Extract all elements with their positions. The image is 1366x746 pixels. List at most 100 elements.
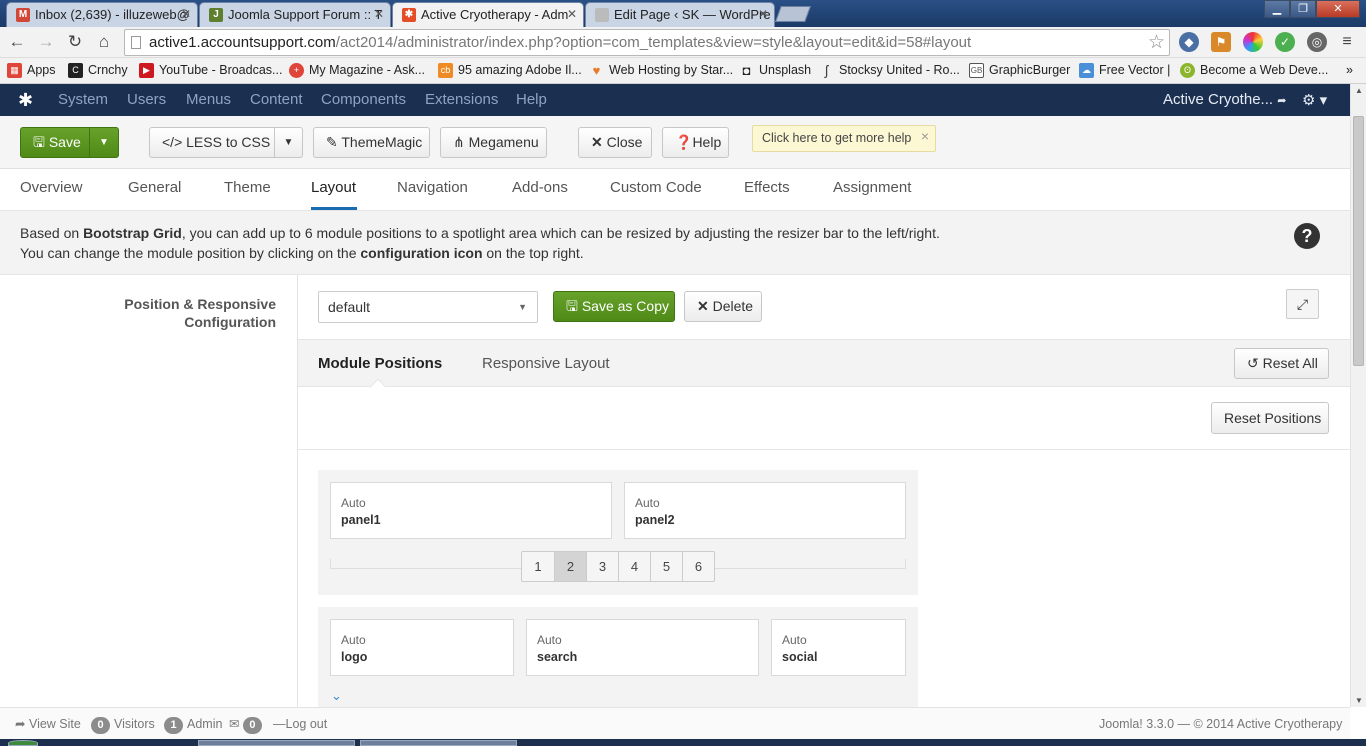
module-position-social[interactable]: Auto social (771, 619, 906, 676)
help-question-icon[interactable]: ? (1294, 223, 1320, 249)
pager-6[interactable]: 6 (682, 552, 714, 581)
extension-icon[interactable]: ◆ (1179, 32, 1199, 52)
globe-icon[interactable]: ◎ (1307, 32, 1327, 52)
help-tooltip[interactable]: Click here to get more help × (752, 125, 936, 152)
color-picker-icon[interactable] (1243, 32, 1263, 52)
minimize-button[interactable]: ▁ (1264, 0, 1290, 18)
menu-system[interactable]: System (58, 92, 108, 108)
tab-addons[interactable]: Add-ons (512, 179, 568, 196)
tab-custom-code[interactable]: Custom Code (610, 179, 702, 196)
reset-positions-button[interactable]: Reset Positions (1211, 402, 1329, 434)
module-position-logo[interactable]: Auto logo (330, 619, 514, 676)
chevron-down-icon[interactable]: ⌄ (331, 688, 342, 704)
tab-theme[interactable]: Theme (224, 179, 271, 196)
joomla-logo-icon[interactable]: ✱ (18, 90, 33, 110)
layout-select[interactable]: default ▼ (318, 291, 538, 323)
reload-icon[interactable]: ↻ (64, 31, 86, 53)
close-tab-icon[interactable]: ✕ (567, 3, 577, 26)
bookmark-apps[interactable]: ▦ Apps (7, 62, 56, 79)
close-tab-icon[interactable]: ✕ (758, 3, 768, 26)
positions-count-pager: 1 2 3 4 5 6 (521, 551, 715, 582)
maximize-button[interactable]: ❐ (1290, 0, 1316, 18)
save-as-copy-button[interactable]: 🖫 Save as Copy (553, 291, 675, 322)
reset-all-button[interactable]: ↺ Reset All (1234, 348, 1329, 379)
less-dropdown-button[interactable]: ▼ (274, 127, 303, 158)
close-tooltip-icon[interactable]: × (921, 124, 929, 149)
bookmark-item[interactable]: ☁ Free Vector | (1079, 62, 1170, 79)
messages-status[interactable]: ✉ 0 (229, 717, 266, 734)
taskbar-item[interactable] (360, 740, 517, 746)
close-window-button[interactable]: ✕ (1316, 0, 1360, 18)
bookmark-item[interactable]: ʘ Become a Web Deve... (1180, 62, 1328, 79)
scrollbar-thumb[interactable] (1353, 116, 1364, 366)
tab-module-positions[interactable]: Module Positions (318, 355, 442, 372)
menu-content[interactable]: Content (250, 92, 303, 108)
extension-icon[interactable]: ⚑ (1211, 32, 1231, 52)
less-to-css-button[interactable]: </> LESS to CSS (149, 127, 275, 158)
bookmark-item[interactable]: GB GraphicBurger (969, 62, 1070, 79)
pager-1[interactable]: 1 (522, 552, 554, 581)
menu-menus[interactable]: Menus (186, 92, 231, 108)
module-position-panel1[interactable]: Auto panel1 (330, 482, 612, 539)
tab-navigation[interactable]: Navigation (397, 179, 468, 196)
menu-extensions[interactable]: Extensions (425, 92, 498, 108)
tab-assignment[interactable]: Assignment (833, 179, 911, 196)
menu-icon[interactable]: ≡ (1336, 31, 1358, 53)
start-button[interactable] (8, 740, 38, 746)
module-position-search[interactable]: Auto search (526, 619, 759, 676)
user-menu-gear-icon[interactable]: ⚙ ▾ (1302, 91, 1327, 109)
back-icon[interactable]: ← (6, 31, 28, 53)
browser-tab-wordpress[interactable]: Edit Page ‹ SK — WordPre ✕ (585, 2, 775, 27)
site-name-link[interactable]: Active Cryothe... ➦ (1163, 91, 1286, 108)
close-tab-icon[interactable]: ✕ (181, 3, 191, 26)
bookmark-item[interactable]: ▶ YouTube - Broadcas... (139, 62, 282, 79)
tab-responsive-layout[interactable]: Responsive Layout (482, 355, 610, 372)
help-button[interactable]: ❓Help (662, 127, 729, 158)
browser-tab-active-cryotherapy[interactable]: ✱ Active Cryotherapy - Adm ✕ (392, 2, 584, 27)
bookmarks-more-button[interactable]: » (1326, 62, 1353, 79)
pager-3[interactable]: 3 (586, 552, 618, 581)
save-dropdown-button[interactable]: ▼ (89, 127, 119, 158)
browser-tab-joomla-forum[interactable]: J Joomla Support Forum :: T ✕ (199, 2, 391, 27)
tab-overview[interactable]: Overview (20, 179, 83, 196)
bookmark-item[interactable]: cb 95 amazing Adobe Il... (438, 62, 582, 79)
module-position-panel2[interactable]: Auto panel2 (624, 482, 906, 539)
bookmark-star-icon[interactable]: ☆ (1148, 30, 1165, 55)
menu-components[interactable]: Components (321, 92, 406, 108)
position-name: social (782, 650, 818, 664)
pager-4[interactable]: 4 (618, 552, 650, 581)
save-label: Save (48, 134, 81, 150)
forward-icon[interactable]: → (35, 31, 57, 53)
bookmark-item[interactable]: ◘ Unsplash (739, 62, 812, 79)
thememagic-button[interactable]: ✎ ThemeMagic (313, 127, 430, 158)
save-button[interactable]: 🖫 Save (20, 127, 90, 158)
new-tab-button[interactable] (775, 6, 811, 22)
bookmark-item[interactable]: C Crnchy (68, 62, 128, 79)
url-host: active1.accountsupport.com (149, 34, 336, 51)
pager-2[interactable]: 2 (554, 552, 586, 581)
tab-general[interactable]: General (128, 179, 181, 196)
chat-icon[interactable]: ✓ (1275, 32, 1295, 52)
pager-5[interactable]: 5 (650, 552, 682, 581)
megamenu-button[interactable]: ⋔ Megamenu (440, 127, 547, 158)
scroll-down-icon[interactable]: ▼ (1355, 696, 1363, 705)
delete-layout-button[interactable]: ✕ Delete (684, 291, 762, 322)
fullscreen-toggle-button[interactable]: ⤢ (1286, 289, 1319, 319)
browser-tab-gmail[interactable]: M Inbox (2,639) - illuzeweb@ ✕ (6, 2, 198, 27)
scroll-up-icon[interactable]: ▲ (1355, 86, 1363, 95)
menu-help[interactable]: Help (516, 92, 547, 108)
bookmark-item[interactable]: + My Magazine - Ask... (289, 62, 425, 79)
address-bar[interactable]: active1.accountsupport.com/act2014/admin… (124, 29, 1170, 56)
logout-link[interactable]: —Log out (273, 717, 327, 732)
tab-layout[interactable]: Layout (311, 179, 356, 196)
taskbar-item[interactable] (198, 740, 355, 746)
view-site-link[interactable]: ➦ View Site (15, 717, 81, 732)
close-tab-icon[interactable]: ✕ (374, 3, 384, 26)
menu-users[interactable]: Users (127, 92, 166, 108)
page-scrollbar[interactable]: ▲ ▼ (1350, 84, 1366, 707)
tab-effects[interactable]: Effects (744, 179, 790, 196)
home-icon[interactable]: ⌂ (93, 31, 115, 53)
bookmark-item[interactable]: ʃ Stocksy United - Ro... (819, 62, 960, 79)
bookmark-item[interactable]: ♥ Web Hosting by Star... (589, 62, 734, 79)
close-button[interactable]: ✕ Close (578, 127, 652, 158)
